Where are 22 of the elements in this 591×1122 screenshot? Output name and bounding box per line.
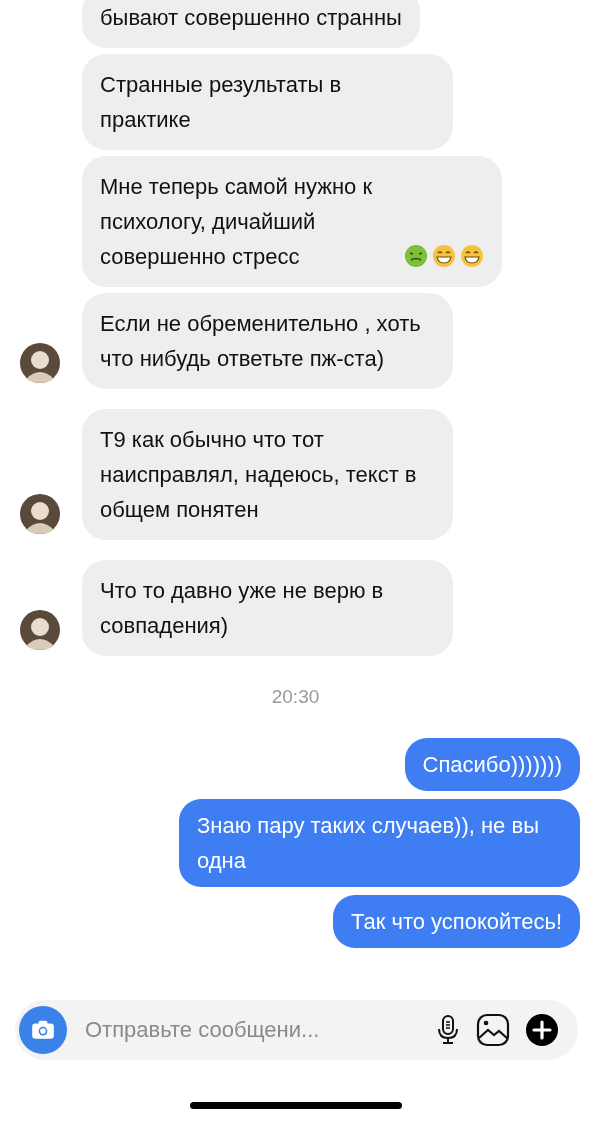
timestamp: 20:30 bbox=[270, 686, 321, 708]
message-text: Т9 как обычно что тот наисправлял, надеюсь, текст в общем понятен bbox=[100, 427, 417, 522]
message-bubble: Так что успокойтесь! bbox=[333, 895, 580, 948]
sick-face-icon bbox=[404, 244, 428, 268]
message-text: Странные результаты в практике bbox=[100, 72, 342, 132]
message-field[interactable]: Отправьте сообщени... bbox=[15, 1000, 578, 1060]
message-text: Мне теперь самой нужно к психологу, дичайший совершенно стресс bbox=[100, 173, 374, 271]
plus-icon[interactable] bbox=[526, 1014, 558, 1046]
message-text: Что то давно уже не верю в совпадения) bbox=[100, 578, 384, 638]
grin-face-icon bbox=[460, 244, 484, 268]
message-input[interactable]: Отправьте сообщени... bbox=[83, 1009, 420, 1051]
message-bubble: Знаю пару таких случаев)), не вы одна bbox=[179, 799, 580, 887]
avatar-icon[interactable] bbox=[20, 494, 60, 534]
camera-button[interactable] bbox=[19, 1006, 67, 1054]
grin-face-icon bbox=[432, 244, 456, 268]
message-text: Если не обременительно , хоть что нибудь ответьте пж-ста) bbox=[100, 311, 421, 371]
message-bubble: Спасибо))))))) bbox=[404, 738, 580, 791]
avatar-icon[interactable] bbox=[20, 343, 60, 383]
microphone-icon[interactable] bbox=[436, 1014, 460, 1046]
message-text: бывают совершенно странны bbox=[100, 5, 402, 30]
image-icon[interactable] bbox=[476, 1013, 510, 1047]
avatar-icon[interactable] bbox=[20, 610, 60, 650]
